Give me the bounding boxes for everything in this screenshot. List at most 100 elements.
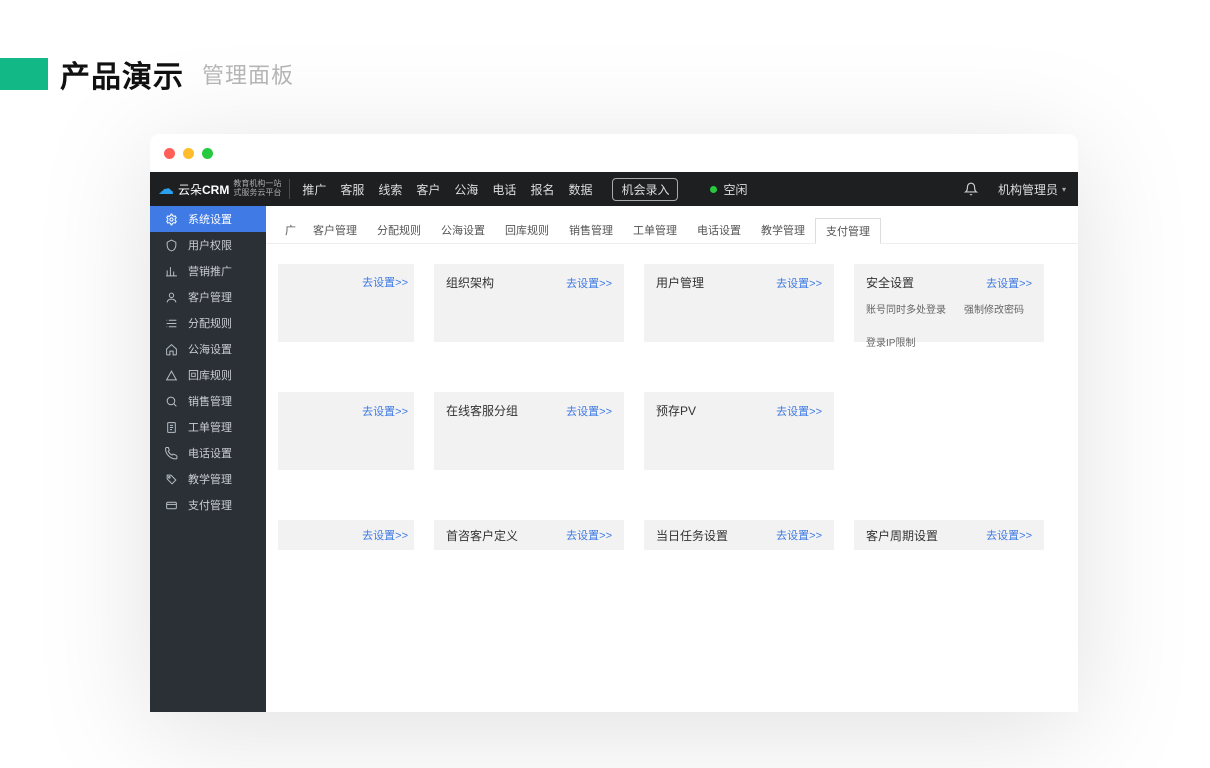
tab-item[interactable]: 广 (278, 218, 303, 242)
tab-item[interactable]: 分配规则 (367, 218, 431, 242)
sidebar-item-person[interactable]: 客户管理 (150, 284, 266, 310)
slide-title: 产品演示 (60, 52, 184, 96)
sidebar-item-label: 系统设置 (188, 211, 232, 227)
card-title: 组织架构 (446, 274, 494, 291)
go-settings-link[interactable]: 去设置>> (362, 403, 408, 419)
card-title: 预存PV (656, 402, 696, 419)
tag-icon (164, 472, 178, 486)
nav-item[interactable]: 报名 (530, 181, 554, 198)
phone-icon (164, 446, 178, 460)
tab-item[interactable]: 电话设置 (687, 218, 751, 242)
record-button[interactable]: 机会录入 (612, 178, 678, 201)
nav-item[interactable]: 客服 (340, 181, 364, 198)
go-settings-link[interactable]: 去设置>> (776, 527, 822, 543)
nav-item[interactable]: 电话 (492, 181, 516, 198)
tri-icon (164, 368, 178, 382)
sidebar-item-label: 分配规则 (188, 315, 232, 331)
nav-item[interactable]: 推广 (302, 181, 326, 198)
minimize-icon[interactable] (183, 148, 194, 159)
card-icon (164, 498, 178, 512)
card-title: 在线客服分组 (446, 402, 518, 419)
settings-card: 用户管理 去设置>> (644, 264, 834, 342)
go-settings-link[interactable]: 去设置>> (986, 527, 1032, 543)
sidebar-item-gear[interactable]: 系统设置 (150, 206, 266, 232)
go-settings-link[interactable]: 去设置>> (566, 403, 612, 419)
card-title: 客户周期设置 (866, 527, 938, 544)
tab-item[interactable]: 教学管理 (751, 218, 815, 242)
card-tag: 账号同时多处登录 (866, 301, 946, 316)
accent-bar (0, 58, 48, 90)
top-nav: 推广 客服 线索 客户 公海 电话 报名 数据 机会录入 (302, 178, 678, 201)
sidebar-item-card[interactable]: 支付管理 (150, 492, 266, 518)
nav-item[interactable]: 线索 (378, 181, 402, 198)
tab-item[interactable]: 销售管理 (559, 218, 623, 242)
nav-item[interactable]: 公海 (454, 181, 478, 198)
go-settings-link[interactable]: 去设置>> (776, 403, 822, 419)
card-title: 安全设置 (866, 274, 914, 291)
card-title: 首咨客户定义 (446, 527, 518, 544)
app-window: ☁ 云朵CRM 教育机构一站 式服务云平台 推广 客服 线索 客户 公海 电话 … (150, 172, 1078, 712)
user-name: 机构管理员 (998, 181, 1058, 198)
topbar: ☁ 云朵CRM 教育机构一站 式服务云平台 推广 客服 线索 客户 公海 电话 … (150, 172, 1078, 206)
settings-card: 组织架构 去设置>> (434, 264, 624, 342)
go-settings-link[interactable]: 去设置>> (566, 527, 612, 543)
nav-item[interactable]: 数据 (568, 181, 592, 198)
go-settings-link[interactable]: 去设置>> (986, 275, 1032, 291)
tab-item[interactable]: 回库规则 (495, 218, 559, 242)
chart-icon (164, 264, 178, 278)
tab-item[interactable]: 工单管理 (623, 218, 687, 242)
sidebar-item-label: 用户权限 (188, 237, 232, 253)
settings-card: 去设置>> (278, 264, 414, 342)
go-settings-link[interactable]: 去设置>> (362, 527, 408, 543)
status-indicator: 空闲 (710, 181, 747, 198)
status-dot-icon (710, 186, 717, 193)
rule-icon (164, 316, 178, 330)
go-settings-link[interactable]: 去设置>> (566, 275, 612, 291)
sidebar-item-tri[interactable]: 回库规则 (150, 362, 266, 388)
tabs: 广 客户管理 分配规则 公海设置 回库规则 销售管理 工单管理 电话设置 教学管… (266, 206, 1078, 244)
sidebar-item-label: 教学管理 (188, 471, 232, 487)
user-menu[interactable]: 机构管理员 ▾ (998, 181, 1066, 198)
sidebar-item-tag[interactable]: 教学管理 (150, 466, 266, 492)
settings-card: 预存PV 去设置>> (644, 392, 834, 470)
nav-item[interactable]: 客户 (416, 181, 440, 198)
status-text: 空闲 (723, 181, 747, 198)
sidebar-item-doc[interactable]: 工单管理 (150, 414, 266, 440)
doc-icon (164, 420, 178, 434)
settings-card: 置 去设置>> (278, 392, 414, 470)
tab-item[interactable]: 支付管理 (815, 218, 881, 244)
settings-card: 首咨客户定义 去设置>> (434, 520, 624, 550)
maximize-icon[interactable] (202, 148, 213, 159)
cloud-icon: ☁ (158, 179, 174, 199)
settings-card: 当日任务设置 去设置>> (644, 520, 834, 550)
chevron-down-icon: ▾ (1062, 185, 1066, 194)
go-settings-link[interactable]: 去设置>> (362, 274, 408, 290)
sidebar-item-label: 营销推广 (188, 263, 232, 279)
slide-subtitle: 管理面板 (202, 58, 294, 90)
go-settings-link[interactable]: 去设置>> (776, 275, 822, 291)
settings-card: 则 去设置>> (278, 520, 414, 550)
bell-icon[interactable] (964, 182, 978, 196)
sidebar-item-rule[interactable]: 分配规则 (150, 310, 266, 336)
sidebar-item-shield[interactable]: 用户权限 (150, 232, 266, 258)
sidebar-item-chart[interactable]: 营销推广 (150, 258, 266, 284)
sidebar-item-label: 公海设置 (188, 341, 232, 357)
settings-card: 在线客服分组 去设置>> (434, 392, 624, 470)
settings-card: 安全设置 去设置>> 账号同时多处登录强制修改密码登录IP限制 (854, 264, 1044, 342)
brand-logo[interactable]: ☁ 云朵CRM 教育机构一站 式服务云平台 (158, 179, 290, 199)
tab-item[interactable]: 客户管理 (303, 218, 367, 242)
sidebar-item-label: 支付管理 (188, 497, 232, 513)
settings-panel: 去设置>> 组织架构 去设置>> 用户管理 去设置>> 安全设置 去设置>> 账… (266, 244, 1078, 550)
tab-item[interactable]: 公海设置 (431, 218, 495, 242)
sidebar-item-search[interactable]: 销售管理 (150, 388, 266, 414)
sidebar-item-house[interactable]: 公海设置 (150, 336, 266, 362)
sidebar-item-label: 工单管理 (188, 419, 232, 435)
brand-name: 云朵CRM (178, 181, 229, 198)
sidebar-item-phone[interactable]: 电话设置 (150, 440, 266, 466)
mac-window-bar (150, 134, 1078, 172)
card-title: 当日任务设置 (656, 527, 728, 544)
close-icon[interactable] (164, 148, 175, 159)
shield-icon (164, 238, 178, 252)
brand-tagline: 教育机构一站 式服务云平台 (233, 180, 281, 198)
sidebar-item-label: 客户管理 (188, 289, 232, 305)
